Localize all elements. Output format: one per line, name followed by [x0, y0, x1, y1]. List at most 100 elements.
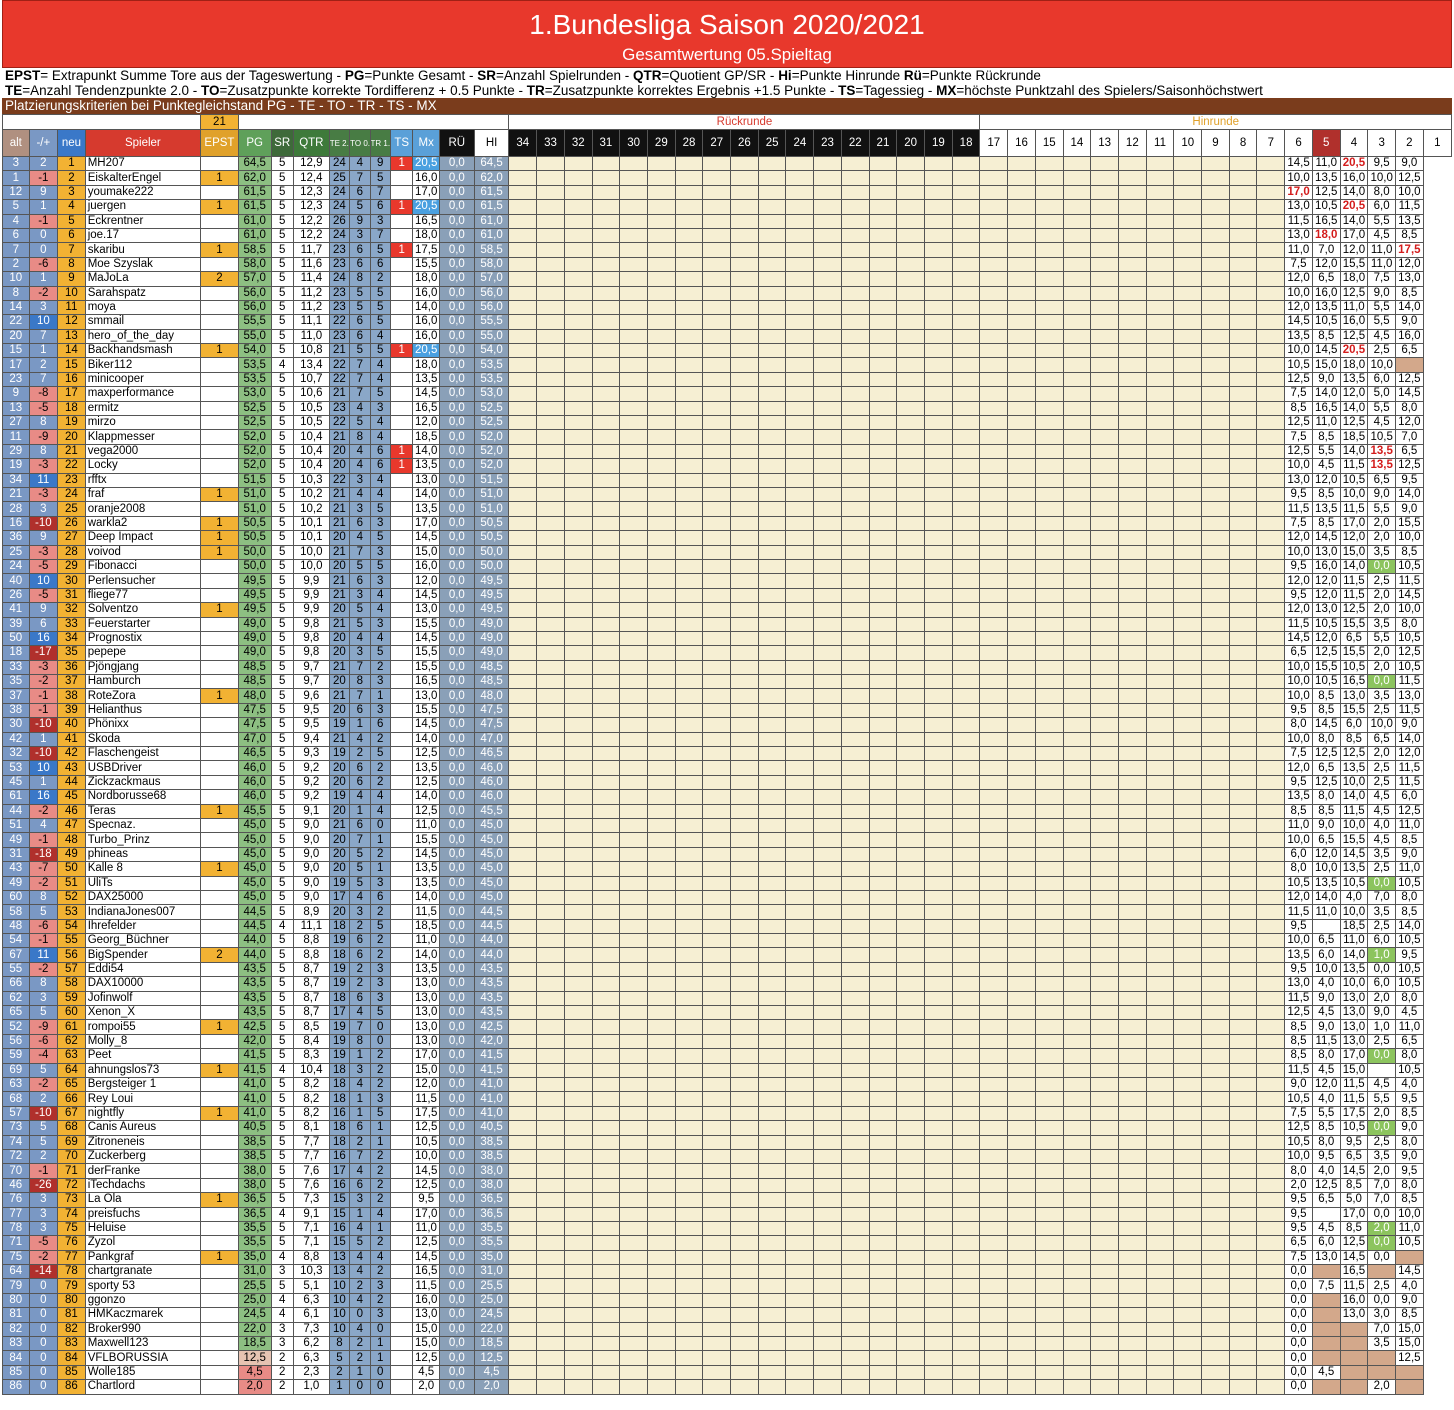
empty-round-cell [1007, 429, 1036, 445]
empty-round-cell [868, 1048, 898, 1064]
empty-round-cell [951, 1048, 981, 1064]
player-row: 80 0 80 ggonzo 25,0 4 6,3 10 4 2 16,0 0,0 25,0 0,0 16,… [2, 1292, 1452, 1309]
empty-round-cell [1090, 861, 1119, 877]
empty-round-cell [924, 1091, 953, 1107]
empty-round-cell [646, 587, 676, 604]
empty-round-cell [1117, 774, 1147, 791]
empty-round-cell [785, 530, 815, 546]
te-value: 19 [328, 875, 351, 891]
empty-round-cell [646, 630, 676, 647]
player-name: phineas [84, 846, 202, 863]
qtr-value: 9,1 [292, 803, 330, 819]
empty-round-cell [1201, 544, 1230, 560]
empty-round-cell [646, 213, 676, 229]
empty-round-cell [785, 1033, 815, 1050]
round-score: 0,0 [1284, 1321, 1313, 1338]
epst-value [200, 458, 239, 474]
empty-round-cell [1090, 515, 1119, 532]
empty-round-cell [1034, 803, 1064, 819]
empty-round-cell [1256, 285, 1286, 301]
empty-round-cell [508, 587, 538, 604]
old-rank: 5 [2, 199, 30, 215]
empty-round-cell [1117, 530, 1147, 546]
empty-round-cell [1062, 947, 1092, 963]
empty-round-cell [896, 256, 925, 273]
round-score [1311, 1264, 1341, 1280]
empty-round-cell [1256, 659, 1286, 676]
empty-round-cell [1117, 170, 1147, 186]
pg-value: 49,5 [237, 587, 272, 604]
empty-round-cell [1062, 674, 1092, 690]
round-score: 14,0 [1339, 400, 1369, 417]
empty-round-cell [1173, 1148, 1203, 1165]
mx-value: 20,5 [412, 199, 440, 215]
round-score: 8,5 [1311, 486, 1341, 503]
empty-round-cell [785, 1163, 815, 1179]
empty-round-cell [785, 1249, 815, 1266]
te-value: 20 [328, 630, 351, 647]
round-score: 2,0 [1367, 602, 1396, 618]
round-score: 10,0 [1395, 184, 1424, 201]
rank-change: 0 [28, 1336, 59, 1352]
empty-round-cell [840, 1206, 870, 1222]
empty-round-cell [1145, 817, 1175, 834]
empty-round-cell [785, 1076, 815, 1093]
ru-value: 0,0 [438, 1379, 475, 1395]
empty-round-cell [896, 285, 925, 301]
empty-round-cell [1034, 213, 1064, 229]
empty-round-cell [730, 933, 759, 949]
tr-value: 2 [369, 947, 391, 963]
pg-value: 52,5 [237, 400, 272, 417]
round-score: 13,5 [1367, 458, 1396, 474]
ru-value: 0,0 [438, 530, 475, 546]
round-score: 10,0 [1311, 961, 1341, 978]
epst-value: 2 [200, 271, 239, 287]
mx-value: 14,0 [412, 947, 440, 963]
empty-round-cell [619, 616, 648, 632]
old-rank: 19 [2, 458, 30, 474]
empty-round-cell [785, 371, 815, 388]
round-score: 9,0 [1284, 1076, 1313, 1093]
to-value: 6 [349, 314, 371, 330]
empty-round-cell [840, 573, 870, 589]
empty-round-cell [591, 472, 621, 488]
hi-value: 49,0 [473, 645, 510, 661]
empty-round-cell [813, 242, 842, 258]
hi-value: 18,5 [473, 1336, 510, 1352]
empty-round-cell [508, 242, 538, 258]
round-score: 10,0 [1339, 774, 1369, 791]
mx-value: 16,0 [412, 170, 440, 186]
empty-round-cell [840, 213, 870, 229]
sr-value: 5 [270, 933, 294, 949]
empty-round-cell [1145, 717, 1175, 733]
old-rank: 58 [2, 904, 30, 920]
empty-round-cell [1145, 458, 1175, 474]
round-score: 6,5 [1339, 630, 1369, 647]
round-score: 11,5 [1395, 573, 1424, 589]
empty-round-cell [1062, 789, 1092, 805]
round-score: 17,0 [1339, 1048, 1369, 1064]
sr-value: 5 [270, 299, 294, 316]
empty-round-cell [1062, 458, 1092, 474]
empty-round-cell [1201, 1192, 1230, 1208]
empty-round-cell [951, 630, 981, 647]
player-name: Feuerstarter [84, 616, 202, 632]
te-value: 19 [328, 789, 351, 805]
empty-round-cell [1228, 587, 1258, 604]
empty-round-cell [979, 501, 1009, 517]
new-rank: 16 [57, 371, 86, 388]
mx-value: 14,5 [412, 630, 440, 647]
player-row: 45 1 44 Zickzackmaus 46,0 5 9,2 20 6 2 12,5 0,0 46,0… [2, 774, 1452, 791]
player-name: MaJoLa [84, 271, 202, 287]
rank-change: -1 [28, 213, 59, 229]
round-score: 15,5 [1339, 702, 1369, 719]
empty-round-cell [813, 602, 842, 618]
empty-round-cell [619, 1307, 648, 1323]
empty-round-cell [508, 1120, 538, 1136]
empty-round-cell [1090, 976, 1119, 992]
empty-round-cell [1173, 789, 1203, 805]
qtr-value: 10,0 [292, 558, 330, 575]
empty-round-cell [896, 544, 925, 560]
empty-round-cell [674, 371, 704, 388]
empty-round-cell [1228, 558, 1258, 575]
